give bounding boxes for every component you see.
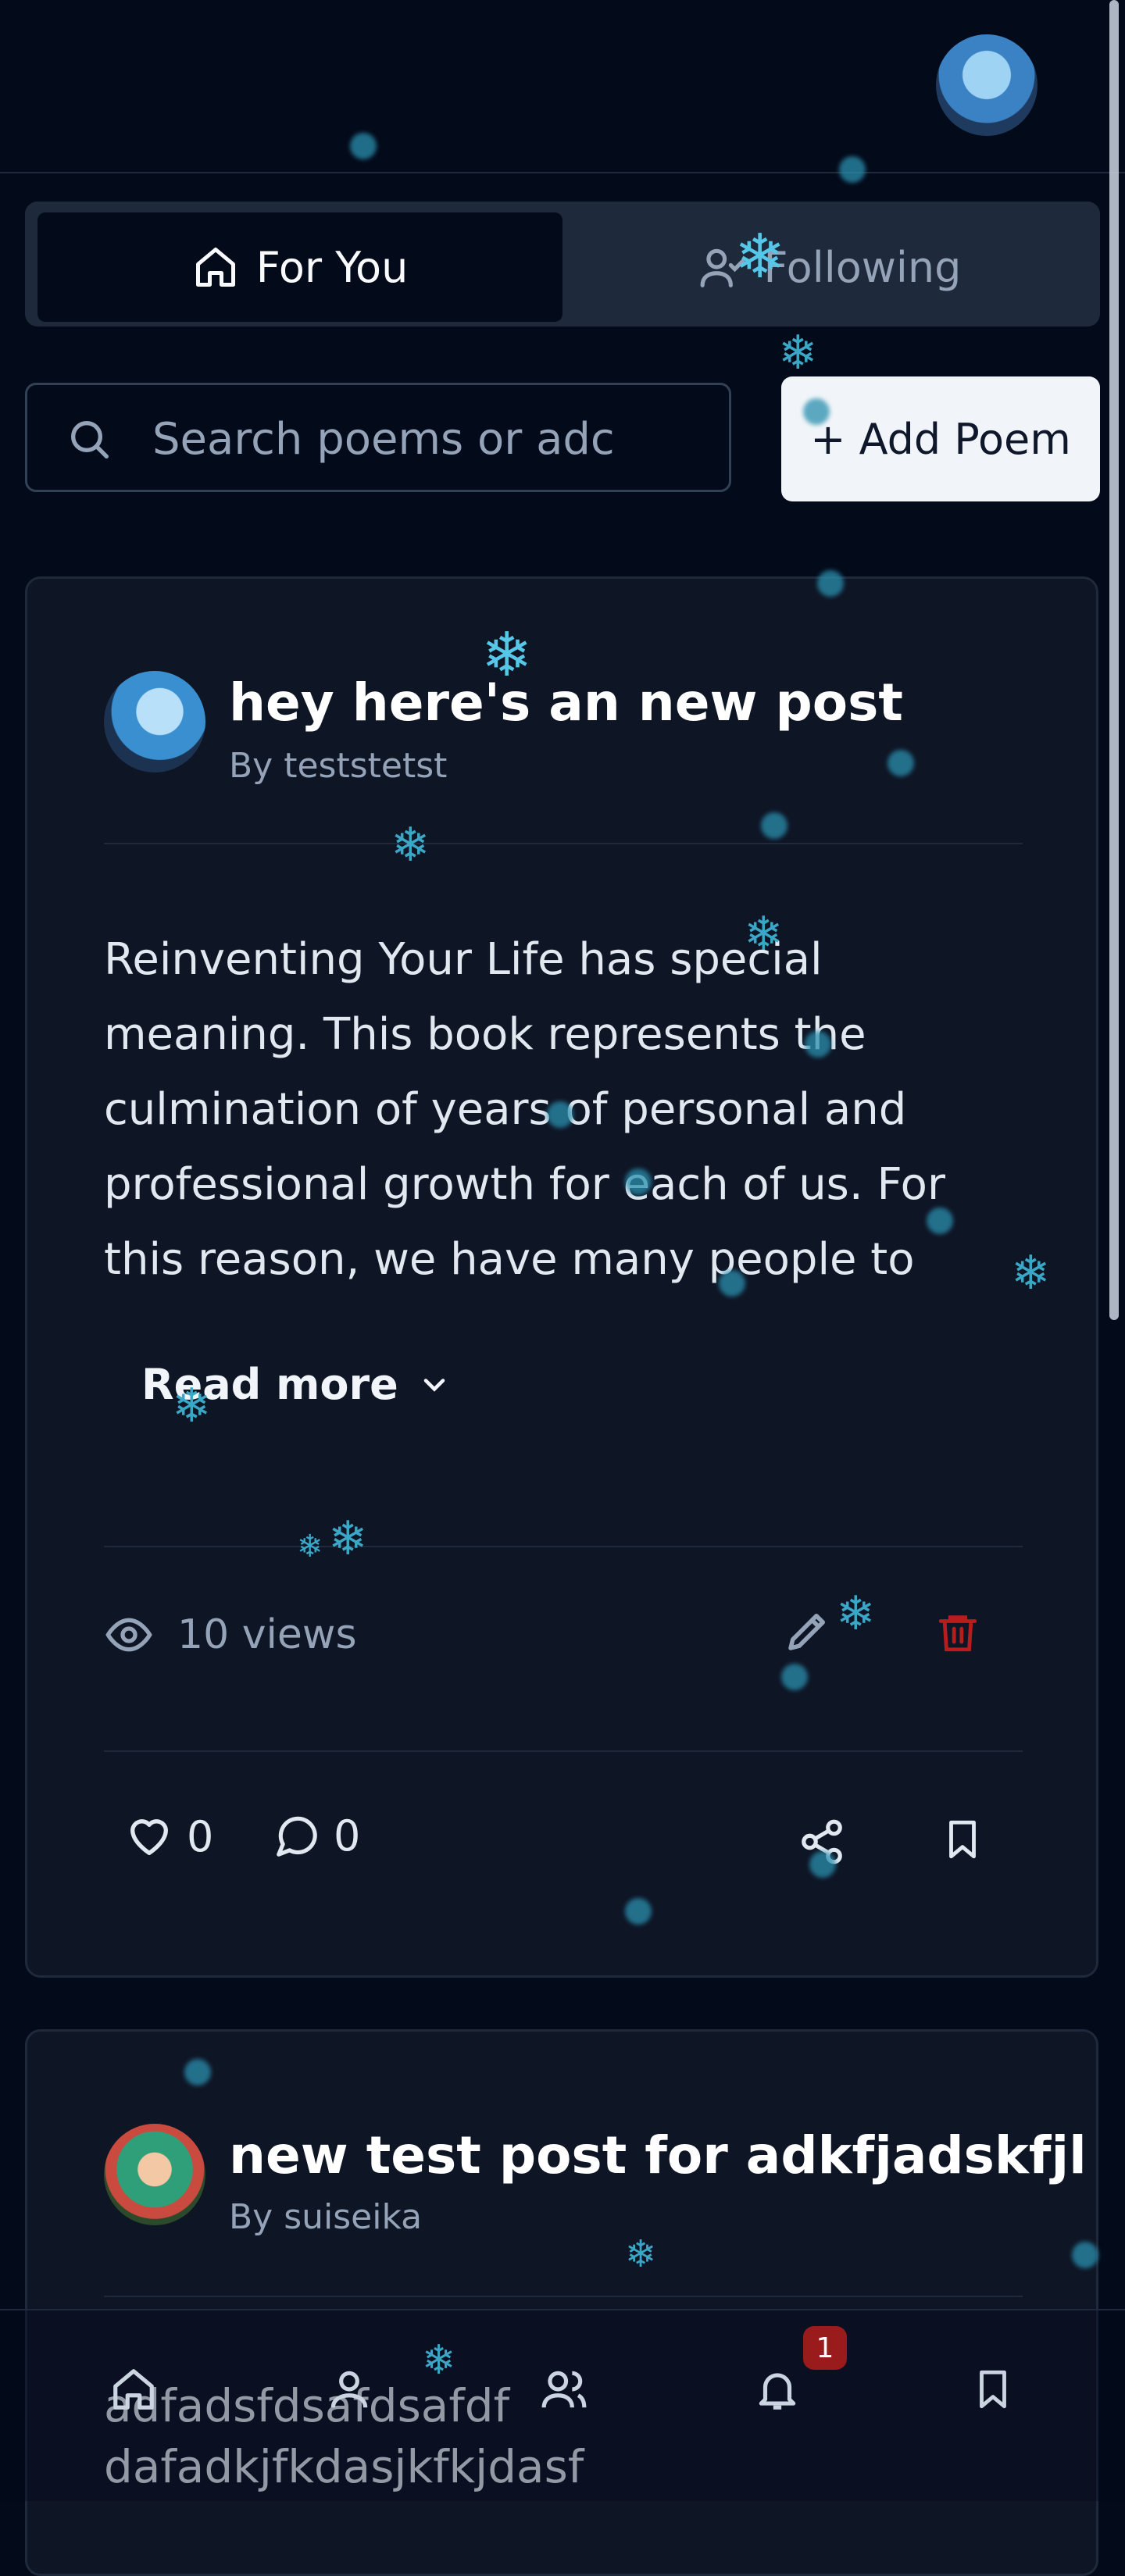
divider <box>104 843 1023 844</box>
snowflake-icon: ❄ <box>297 1529 323 1565</box>
snowflake-icon: ❄ <box>836 1586 876 1641</box>
snow-dot <box>781 1664 808 1690</box>
snowflake-icon: ❄ <box>328 1511 368 1566</box>
snow-dot <box>547 1101 573 1128</box>
snowflake-icon: ❄ <box>481 620 533 690</box>
snow-dot <box>625 1898 652 1925</box>
snowflake-icon: ❄ <box>625 2232 657 2276</box>
snow-dot <box>1072 2242 1098 2268</box>
divider <box>104 2296 1023 2297</box>
comment-icon <box>277 1816 317 1857</box>
bottom-nav: 1 <box>0 2309 1125 2501</box>
add-poem-button[interactable]: + Add Poem <box>781 376 1100 501</box>
nav-bookmarks-icon[interactable] <box>970 2365 1016 2414</box>
post-author[interactable]: By suiseika <box>229 2197 422 2237</box>
tab-for-you[interactable]: For You <box>38 212 562 322</box>
snowflake-icon: ❄ <box>744 907 784 962</box>
profile-avatar[interactable] <box>936 34 1038 136</box>
snow-dot <box>809 1851 836 1878</box>
divider <box>104 1750 1023 1752</box>
tab-following-label: Following <box>763 242 962 292</box>
search-input[interactable] <box>151 407 638 471</box>
comment-count: 0 <box>334 1811 361 1861</box>
post-card: hey here's an new post By teststetst Rei… <box>25 576 1098 1978</box>
author-avatar[interactable] <box>104 671 205 772</box>
search-box <box>25 383 731 492</box>
views-label: 10 views <box>177 1611 357 1658</box>
snow-dot <box>803 398 830 425</box>
views-count: 10 views <box>104 1610 357 1660</box>
snow-dot <box>719 1270 745 1297</box>
post-title[interactable]: new test post for adkfjadskfjl <box>229 2125 1087 2185</box>
snow-dot <box>761 812 788 839</box>
like-button[interactable]: 0 <box>124 1811 213 1861</box>
snowflake-icon: ❄ <box>778 326 818 380</box>
nav-home-icon[interactable] <box>109 2365 158 2414</box>
edit-icon[interactable] <box>782 1605 834 1657</box>
snow-dot <box>927 1208 953 1234</box>
snow-dot <box>350 133 377 159</box>
bookmark-icon[interactable] <box>940 1814 985 1864</box>
snow-dot <box>805 1031 831 1058</box>
notification-badge: 1 <box>803 2326 847 2370</box>
search-icon <box>71 421 109 458</box>
snow-dot <box>817 570 844 597</box>
snowflake-icon: ❄ <box>172 1379 212 1433</box>
snow-dot <box>184 2059 211 2085</box>
nav-community-icon[interactable] <box>539 2365 589 2414</box>
heart-icon <box>130 1819 168 1855</box>
snow-dot <box>839 156 866 183</box>
eye-icon <box>105 1618 152 1652</box>
snow-dot <box>888 750 914 776</box>
snowflake-icon: ❄ <box>422 2337 456 2384</box>
tab-for-you-label: For You <box>255 242 409 292</box>
scrollbar[interactable] <box>1109 0 1119 1320</box>
delete-icon[interactable] <box>935 1608 980 1657</box>
post-author[interactable]: By teststetst <box>229 746 447 786</box>
snowflake-icon: ❄ <box>1011 1246 1051 1300</box>
like-count: 0 <box>187 1811 214 1861</box>
author-avatar[interactable] <box>104 2124 205 2225</box>
nav-profile-icon[interactable] <box>325 2365 373 2414</box>
chevron-down-icon <box>423 1378 445 1392</box>
comment-button[interactable]: 0 <box>273 1811 360 1861</box>
snowflake-icon: ❄ <box>734 222 786 292</box>
post-title[interactable]: hey here's an new post <box>229 673 903 733</box>
nav-notifications-icon[interactable] <box>753 2365 802 2414</box>
feed-tabs: For You Following <box>25 202 1100 326</box>
tab-following[interactable]: Following <box>572 212 1088 322</box>
top-header <box>0 0 1125 173</box>
snowflake-icon: ❄ <box>391 818 430 872</box>
divider <box>104 1546 1023 1547</box>
home-icon <box>195 248 235 287</box>
snow-dot <box>625 1168 652 1195</box>
